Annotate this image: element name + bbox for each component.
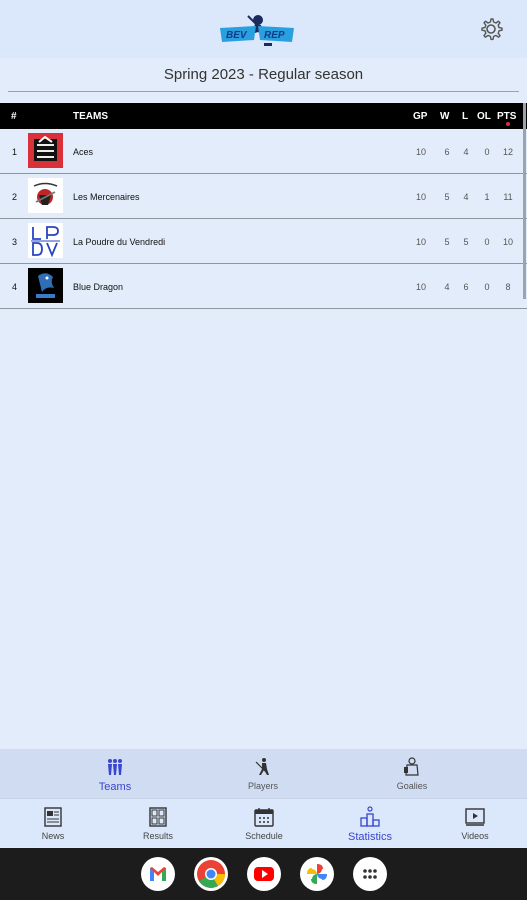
podium-icon (360, 806, 380, 827)
season-selector[interactable]: Spring 2023 - Regular season (0, 66, 527, 90)
photos-icon[interactable] (300, 857, 334, 891)
nav-schedule[interactable]: Schedule (214, 799, 314, 848)
team-logo-aces (28, 133, 63, 168)
subnav-players-label: Players (247, 781, 278, 791)
statistics-subnav: Teams Players Goalies (0, 749, 527, 798)
team-logo-la-poudre-du-vendredi (28, 223, 63, 258)
nav-news[interactable]: News (3, 799, 103, 848)
teams-header[interactable]: TEAMS (73, 111, 108, 122)
system-dock (0, 848, 527, 900)
gp-value: 10 (415, 147, 426, 157)
table-row[interactable]: 4 Blue Dragon 10 4 6 0 8 (0, 264, 527, 309)
nav-statistics-label: Statistics (347, 831, 392, 843)
gp-value: 10 (415, 282, 426, 292)
video-icon (465, 808, 485, 826)
pts-value: 10 (502, 237, 513, 247)
nav-news-label: News (41, 831, 65, 841)
league-logo: BEV REP (220, 15, 294, 46)
team-name[interactable]: Les Mercenaires (73, 192, 140, 202)
nav-schedule-label: Schedule (245, 831, 283, 841)
teams-icon (108, 759, 122, 775)
table-row[interactable]: 2 Les Mercenaires 10 5 4 1 11 (0, 174, 527, 219)
goalie-icon (404, 757, 419, 776)
team-name[interactable]: Aces (73, 147, 93, 157)
nav-videos[interactable]: Videos (425, 799, 525, 848)
subnav-teams[interactable]: Teams (65, 749, 165, 798)
pts-value: 8 (505, 282, 511, 292)
team-name[interactable]: La Poudre du Vendredi (73, 237, 165, 247)
l-value: 4 (463, 192, 469, 202)
team-name[interactable]: Blue Dragon (73, 282, 123, 292)
gp-value: 10 (415, 192, 426, 202)
table-row[interactable]: 1 Aces 10 6 4 0 12 (0, 129, 527, 174)
ol-value: 1 (484, 192, 490, 202)
subnav-teams-label: Teams (98, 781, 132, 793)
subnav-goalies-label: Goalies (396, 781, 428, 791)
w-value: 6 (444, 147, 450, 157)
rank-header: # (11, 111, 17, 122)
l-value: 4 (463, 147, 469, 157)
divider (8, 91, 519, 92)
pts-value: 11 (503, 192, 513, 202)
row-rank: 3 (12, 237, 18, 247)
l-header[interactable]: L (462, 111, 468, 122)
player-icon (255, 758, 269, 775)
subnav-goalies[interactable]: Goalies (362, 749, 462, 798)
w-value: 5 (444, 192, 450, 202)
row-rank: 1 (12, 147, 18, 157)
team-logo-blue-dragon (28, 268, 63, 303)
news-icon (44, 807, 62, 827)
season-title: Spring 2023 - Regular season (163, 66, 364, 83)
nav-statistics[interactable]: Statistics (320, 799, 420, 848)
sort-indicator (506, 122, 510, 126)
calendar-icon (254, 808, 274, 827)
pts-header[interactable]: PTS (497, 111, 516, 122)
gp-header[interactable]: GP (413, 111, 427, 122)
bottom-nav: News Results Schedule Statistics Videos (0, 798, 527, 847)
table-row[interactable]: 3 La Poudre du Vendredi 10 5 5 0 10 (0, 219, 527, 264)
team-logo-les-mercenaires (28, 178, 63, 213)
settings-gear-icon[interactable] (478, 16, 504, 42)
subnav-players[interactable]: Players (213, 749, 313, 798)
svg-text:BEV: BEV (226, 30, 248, 41)
ol-value: 0 (484, 237, 490, 247)
top-bar: BEV REP (0, 0, 527, 58)
ol-value: 0 (484, 282, 490, 292)
ol-value: 0 (484, 147, 490, 157)
svg-text:REP: REP (264, 30, 285, 41)
gmail-icon[interactable] (141, 857, 175, 891)
nav-results[interactable]: Results (108, 799, 208, 848)
pts-value: 12 (502, 147, 513, 157)
app-drawer-icon[interactable] (353, 857, 387, 891)
nav-videos-label: Videos (461, 831, 489, 841)
l-value: 6 (463, 282, 469, 292)
l-value: 5 (463, 237, 469, 247)
row-rank: 2 (12, 192, 18, 202)
nav-results-label: Results (142, 831, 173, 841)
scrollbar[interactable] (523, 103, 526, 299)
ol-header[interactable]: OL (477, 111, 491, 122)
standings-header: # TEAMS GP W L OL PTS (0, 103, 527, 129)
row-rank: 4 (12, 282, 18, 292)
youtube-icon[interactable] (247, 857, 281, 891)
chrome-icon[interactable] (194, 857, 228, 891)
w-value: 4 (444, 282, 450, 292)
w-header[interactable]: W (440, 111, 449, 122)
results-icon (149, 807, 167, 827)
gp-value: 10 (415, 237, 426, 247)
w-value: 5 (444, 237, 450, 247)
